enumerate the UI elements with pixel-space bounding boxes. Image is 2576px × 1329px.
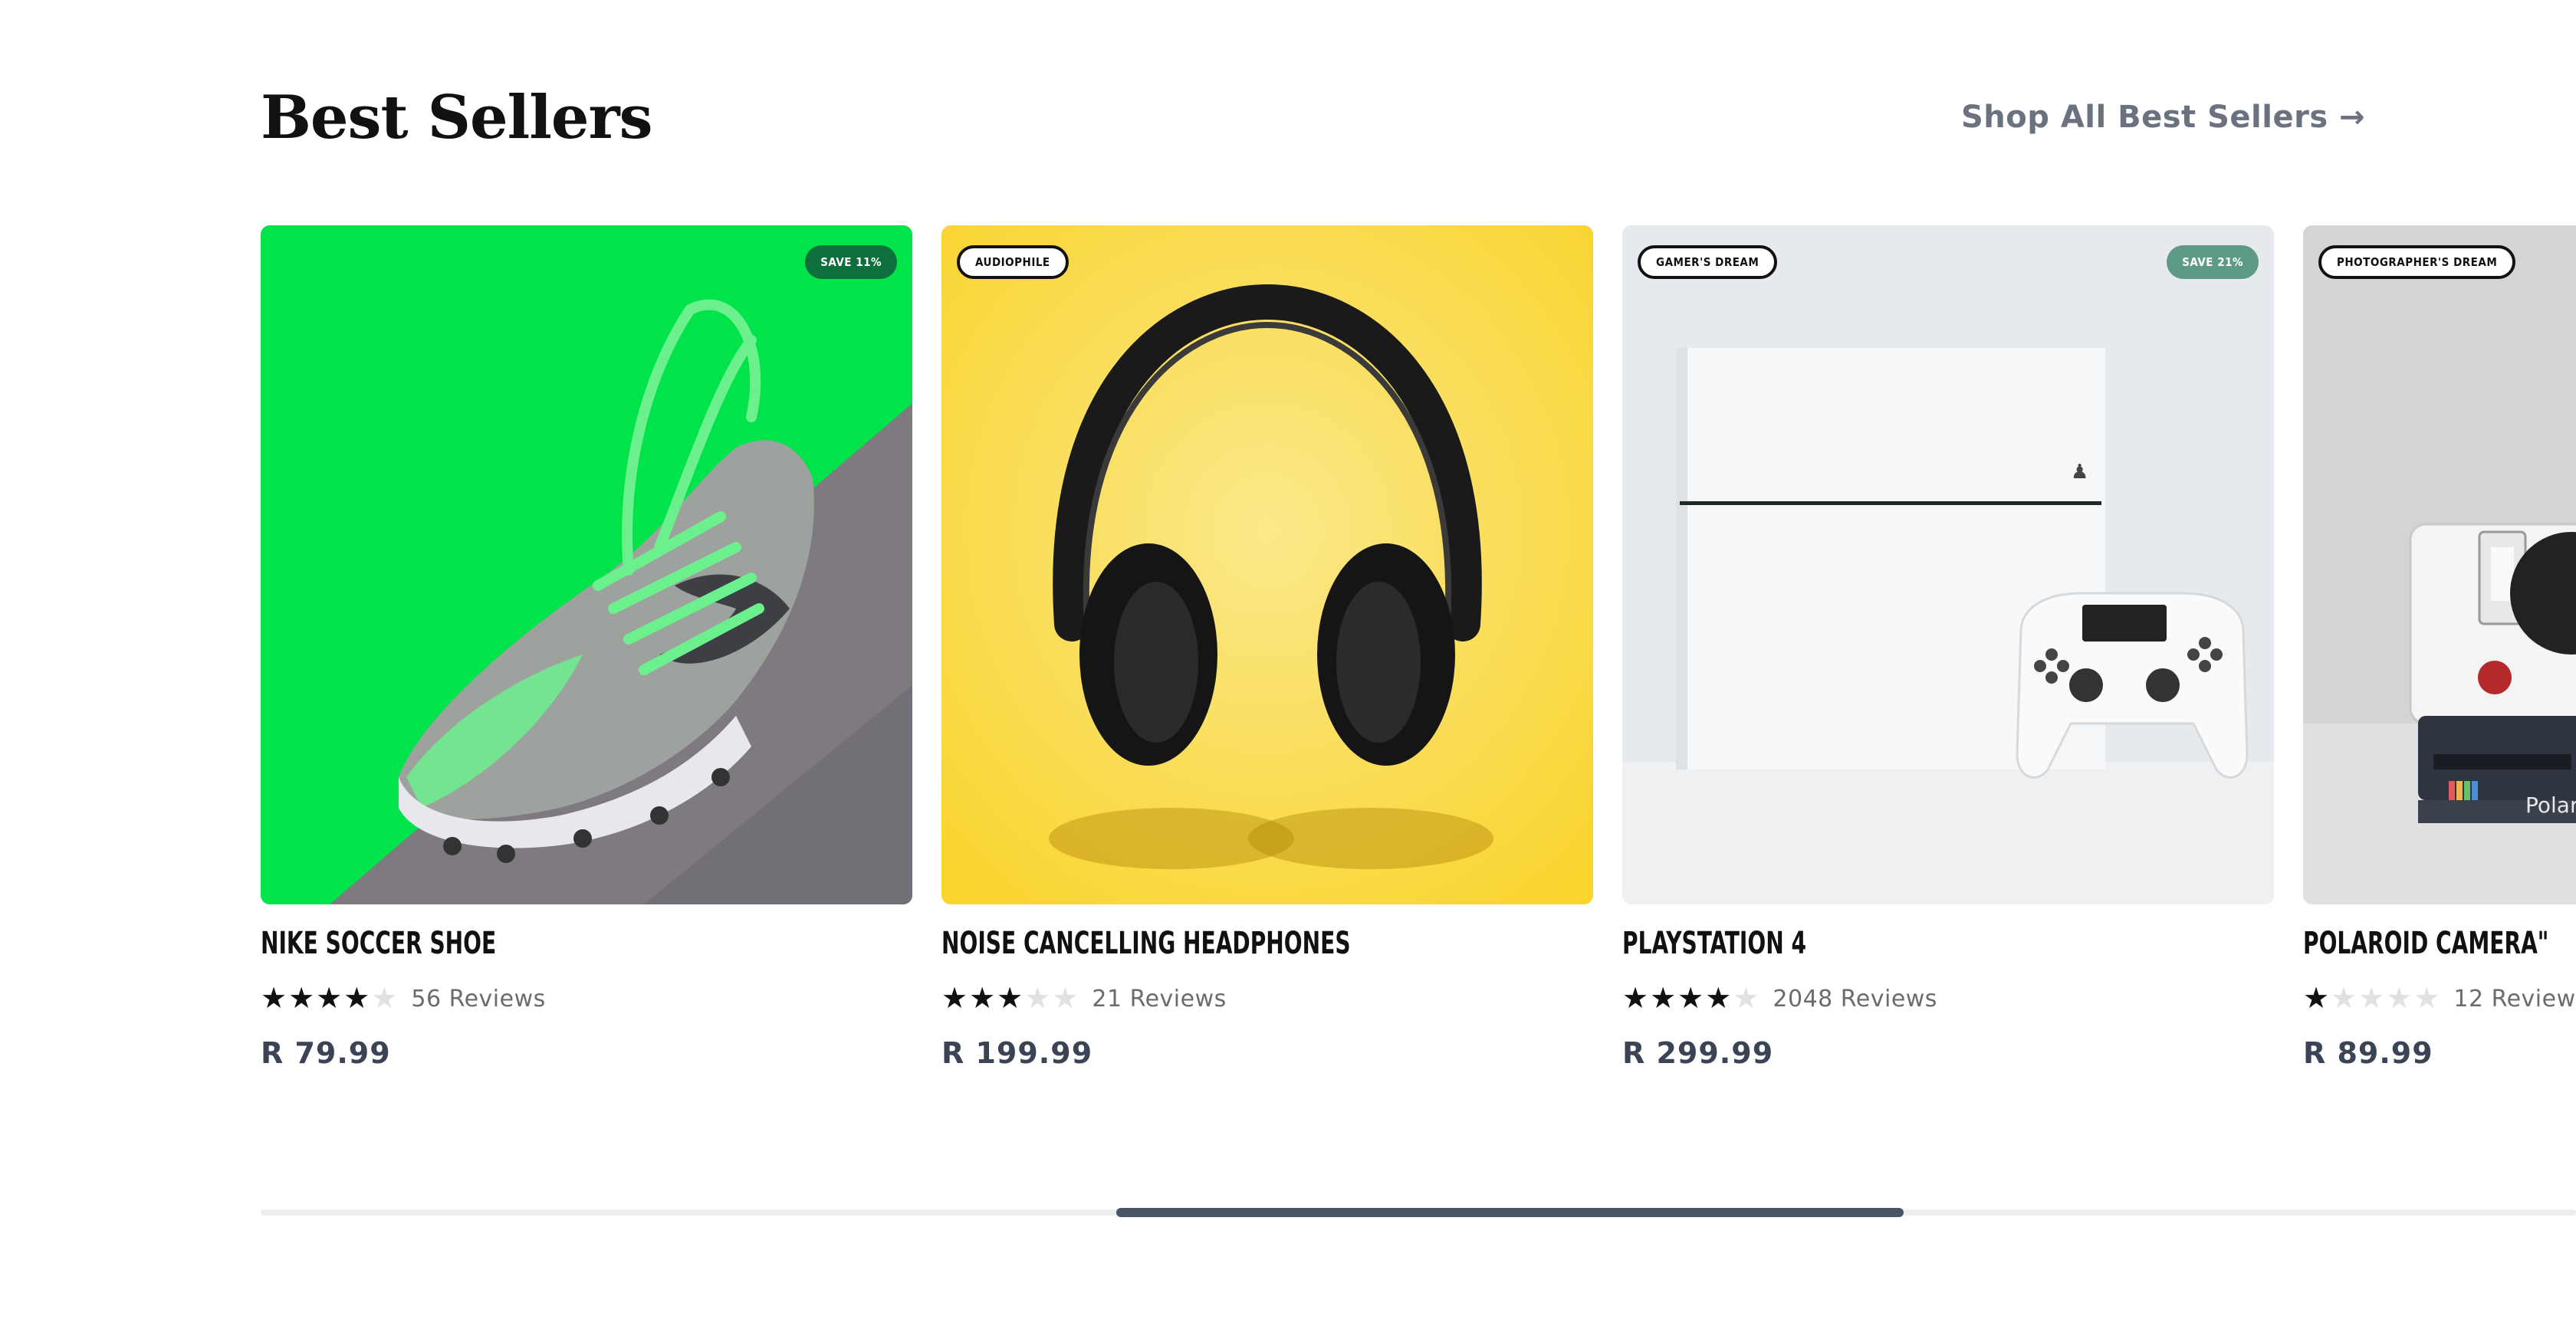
carousel-scrollbar[interactable] (261, 1208, 2576, 1217)
tag-badge: GAMER'S DREAM (1638, 245, 1778, 279)
game-console-icon: ♟ (1622, 225, 2274, 904)
star-filled-icon: ★ (969, 983, 996, 1015)
star-empty-icon: ★ (1733, 983, 1760, 1015)
scrollbar-thumb[interactable] (1116, 1208, 1904, 1217)
tag-badge: AUDIOPHILE (957, 245, 1069, 279)
product-price: R 199.99 (941, 1036, 1093, 1070)
product-card-nike-soccer-shoe[interactable]: SAVE 11% NIKE SOCCER SHOE ★★★★★ 56 Revie… (261, 225, 912, 1070)
star-empty-icon: ★ (2386, 983, 2413, 1015)
star-rating: ★★★★★ (941, 984, 1079, 1013)
star-filled-icon: ★ (1622, 983, 1649, 1015)
svg-text:♟: ♟ (2071, 461, 2088, 484)
product-image[interactable]: SAVE 11% (261, 225, 912, 904)
product-price: R 299.99 (1622, 1036, 1774, 1070)
soccer-shoe-icon (261, 225, 912, 904)
star-filled-icon: ★ (288, 983, 315, 1015)
product-rating: ★★★★★ 2048 Reviews (1622, 984, 1937, 1013)
shop-all-best-sellers-link[interactable]: Shop All Best Sellers → (1961, 100, 2365, 135)
star-filled-icon: ★ (316, 983, 343, 1015)
product-price: R 79.99 (261, 1036, 391, 1070)
product-rating: ★★★★★ 56 Reviews (261, 984, 546, 1013)
product-carousel[interactable]: SAVE 11% NIKE SOCCER SHOE ★★★★★ 56 Revie… (261, 225, 2576, 1099)
sale-badge: SAVE 21% (2167, 245, 2259, 279)
star-empty-icon: ★ (2413, 983, 2440, 1015)
star-filled-icon: ★ (2303, 983, 2330, 1015)
star-filled-icon: ★ (1705, 983, 1732, 1015)
star-filled-icon: ★ (261, 983, 288, 1015)
product-title: POLAROID CAMERA" (2303, 926, 2549, 961)
star-rating: ★★★★★ (261, 984, 399, 1013)
star-rating: ★★★★★ (2303, 984, 2441, 1013)
product-image[interactable]: PHOTOGRAPHER'S DREAM Polaro (2303, 225, 2576, 904)
product-price: R 89.99 (2303, 1036, 2433, 1070)
review-count[interactable]: 56 Reviews (411, 986, 545, 1012)
star-empty-icon: ★ (2331, 983, 2358, 1015)
star-filled-icon: ★ (1677, 983, 1704, 1015)
star-filled-icon: ★ (343, 983, 370, 1015)
star-empty-icon: ★ (2358, 983, 2385, 1015)
product-title: NOISE CANCELLING HEADPHONES (941, 926, 1351, 961)
product-rating: ★★★★★ 12 Reviews (2303, 984, 2576, 1013)
star-empty-icon: ★ (1052, 983, 1079, 1015)
product-card-playstation-4[interactable]: ♟ GAMER'S DREAM SAVE 21% PLAYSTATION 4 ★… (1622, 225, 2274, 1070)
sale-badge: SAVE 11% (805, 245, 897, 279)
star-empty-icon: ★ (1024, 983, 1051, 1015)
product-image[interactable]: AUDIOPHILE (941, 225, 1593, 904)
star-rating: ★★★★★ (1622, 984, 1760, 1013)
star-filled-icon: ★ (997, 983, 1024, 1015)
product-title: PLAYSTATION 4 (1622, 926, 1806, 961)
product-title: NIKE SOCCER SHOE (261, 926, 497, 961)
review-count[interactable]: 2048 Reviews (1773, 986, 1937, 1012)
review-count[interactable]: 12 Reviews (2453, 986, 2576, 1012)
product-rating: ★★★★★ 21 Reviews (941, 984, 1227, 1013)
star-filled-icon: ★ (941, 983, 968, 1015)
product-card-polaroid-camera[interactable]: PHOTOGRAPHER'S DREAM Polaro POLAROID CAM… (2303, 225, 2576, 1070)
headphones-icon (941, 225, 1593, 904)
product-image[interactable]: ♟ GAMER'S DREAM SAVE 21% (1622, 225, 2274, 904)
camera-brand-text: Polaro (2525, 792, 2576, 818)
star-empty-icon: ★ (371, 983, 398, 1015)
review-count[interactable]: 21 Reviews (1092, 986, 1226, 1012)
section-title: Best Sellers (261, 83, 653, 153)
tag-badge: PHOTOGRAPHER'S DREAM (2318, 245, 2516, 279)
product-card-headphones[interactable]: AUDIOPHILE NOISE CANCELLING HEADPHONES ★… (941, 225, 1593, 1070)
star-filled-icon: ★ (1650, 983, 1677, 1015)
